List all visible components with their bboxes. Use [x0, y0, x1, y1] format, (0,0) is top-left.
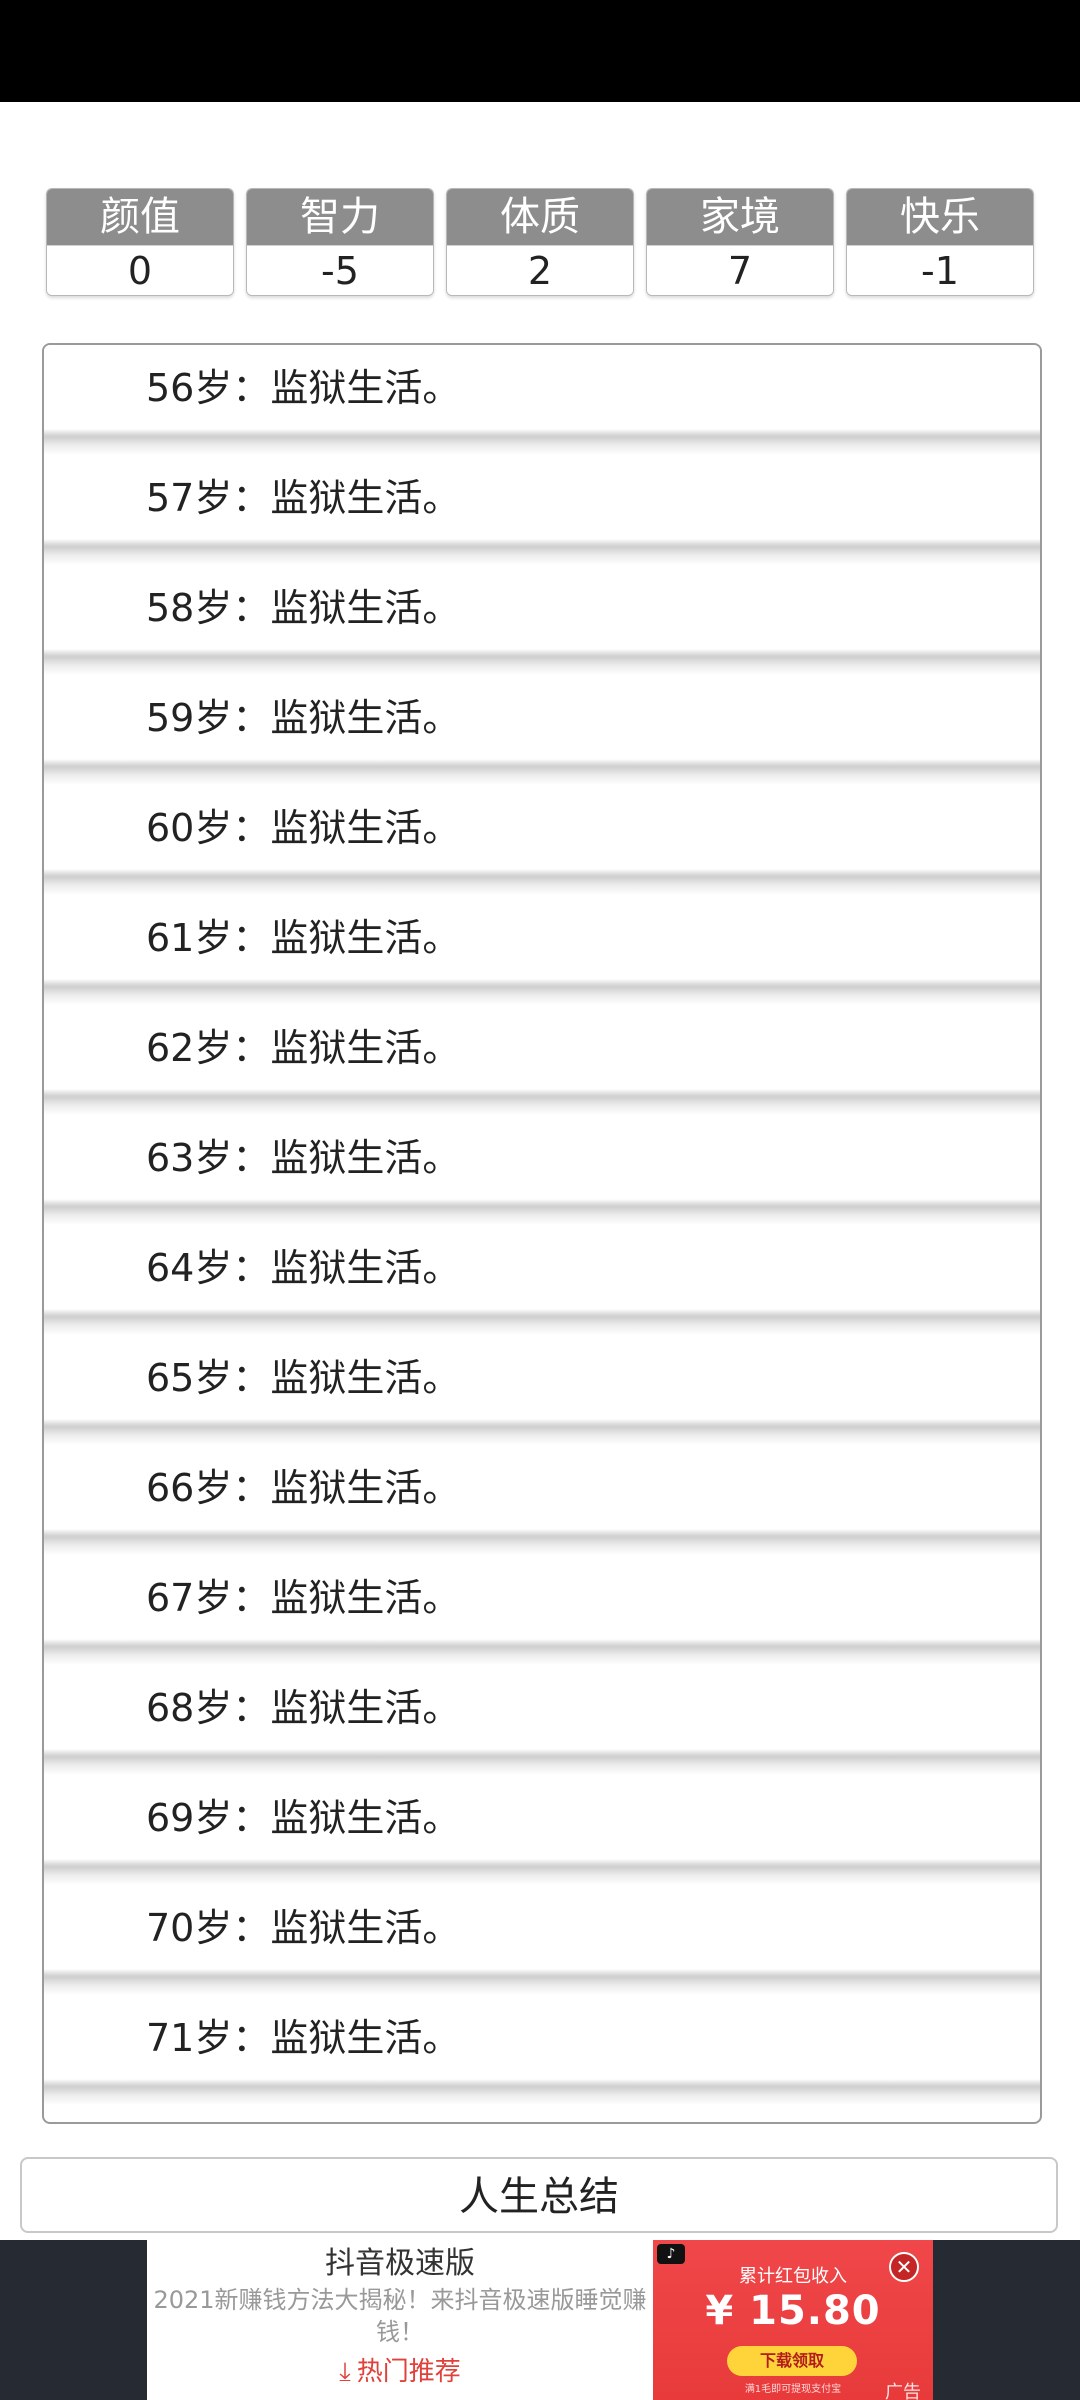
- log-entry-text: 57岁：监狱生活。: [146, 476, 461, 520]
- log-entry-text: 67岁：监狱生活。: [146, 1576, 461, 1620]
- log-entry: 64岁：监狱生活。: [44, 1225, 1040, 1335]
- log-entry: 65岁：监狱生活。: [44, 1335, 1040, 1445]
- stat-box: 快乐 -1: [846, 188, 1034, 296]
- log-entry-text: 68岁：监狱生活。: [146, 1686, 461, 1730]
- ad-amount: ¥ 15.80: [705, 2288, 881, 2334]
- stat-box: 体质 2: [446, 188, 634, 296]
- log-entry: 56岁：监狱生活。: [44, 345, 1040, 455]
- log-entry: 67岁：监狱生活。: [44, 1555, 1040, 1665]
- ad-income-label: 累计红包收入: [739, 2266, 847, 2287]
- log-entry: 60岁：监狱生活。: [44, 785, 1040, 895]
- stat-box: 智力 -5: [246, 188, 434, 296]
- log-entry-text: 66岁：监狱生活。: [146, 1466, 461, 1510]
- ad-tag: 广告: [885, 2382, 921, 2400]
- life-summary-button[interactable]: 人生总结: [20, 2157, 1058, 2233]
- log-entry: 69岁：监狱生活。: [44, 1775, 1040, 1885]
- stat-value: 7: [647, 245, 833, 295]
- stat-box: 颜值 0: [46, 188, 234, 296]
- tiktok-logo-icon: ♪: [657, 2244, 685, 2264]
- log-entry-text: 71岁：监狱生活。: [146, 2016, 461, 2060]
- stat-label: 颜值: [47, 189, 233, 245]
- log-entry-text: 61岁：监狱生活。: [146, 916, 461, 960]
- stat-label: 智力: [247, 189, 433, 245]
- ad-description: 2021新赚钱方法大揭秘！来抖音极速版睡觉赚钱！: [153, 2286, 647, 2346]
- log-entry-text: 62岁：监狱生活。: [146, 1026, 461, 1070]
- log-entry: 58岁：监狱生活。: [44, 565, 1040, 675]
- ad-banner: 抖音极速版 2021新赚钱方法大揭秘！来抖音极速版睡觉赚钱！ ⤓ 热门推荐 ♪ ✕…: [0, 2240, 1080, 2400]
- life-event-log[interactable]: 56岁：监狱生活。 57岁：监狱生活。 58岁：监狱生活。 59岁：监狱生活。 60岁：…: [42, 343, 1042, 2124]
- ad-download-button[interactable]: 下载领取: [727, 2346, 857, 2376]
- log-entry: 63岁：监狱生活。: [44, 1115, 1040, 1225]
- ad-title: 抖音极速版: [325, 2246, 475, 2281]
- ad-cta-label: 热门推荐: [356, 2357, 461, 2387]
- log-entry: 57岁：监狱生活。: [44, 455, 1040, 565]
- stat-value: -1: [847, 245, 1033, 295]
- stat-value: 2: [447, 245, 633, 295]
- log-entry: 68岁：监狱生活。: [44, 1665, 1040, 1775]
- stat-value: 0: [47, 245, 233, 295]
- stat-box: 家境 7: [646, 188, 834, 296]
- log-entry: 70岁：监狱生活。: [44, 1885, 1040, 1995]
- log-entry-text: 65岁：监狱生活。: [146, 1356, 461, 1400]
- stat-label: 快乐: [847, 189, 1033, 245]
- log-entry: 59岁：监狱生活。: [44, 675, 1040, 785]
- log-entry-text: 70岁：监狱生活。: [146, 1906, 461, 1950]
- ad-text-panel[interactable]: 抖音极速版 2021新赚钱方法大揭秘！来抖音极速版睡觉赚钱！ ⤓ 热门推荐: [147, 2240, 653, 2400]
- log-entry-text: 69岁：监狱生活。: [146, 1796, 461, 1840]
- log-entry: 66岁：监狱生活。: [44, 1445, 1040, 1555]
- ad-image-panel[interactable]: ♪ ✕ 累计红包收入 ¥ 15.80 下载领取 满1毛即可提现支付宝 广告: [653, 2240, 933, 2400]
- attribute-stats: 颜值 0 智力 -5 体质 2 家境 7 快乐 -1: [46, 188, 1036, 296]
- log-entry-text: 60岁：监狱生活。: [146, 806, 461, 850]
- log-entry-text: 63岁：监狱生活。: [146, 1136, 461, 1180]
- stat-label: 家境: [647, 189, 833, 245]
- log-entry-text: 58岁：监狱生活。: [146, 586, 461, 630]
- stat-value: -5: [247, 245, 433, 295]
- log-entry-text: 59岁：监狱生活。: [146, 696, 461, 740]
- ad-cta[interactable]: ⤓ 热门推荐: [147, 2354, 653, 2390]
- log-entry: 62岁：监狱生活。: [44, 1005, 1040, 1115]
- download-arrow-icon: ⤓: [339, 2357, 351, 2387]
- log-entry: 61岁：监狱生活。: [44, 895, 1040, 1005]
- status-bar: [0, 0, 1080, 102]
- stat-label: 体质: [447, 189, 633, 245]
- log-entry-text: 56岁：监狱生活。: [146, 366, 461, 410]
- log-entry-text: 64岁：监狱生活。: [146, 1246, 461, 1290]
- log-entry: 71岁：监狱生活。: [44, 1995, 1040, 2105]
